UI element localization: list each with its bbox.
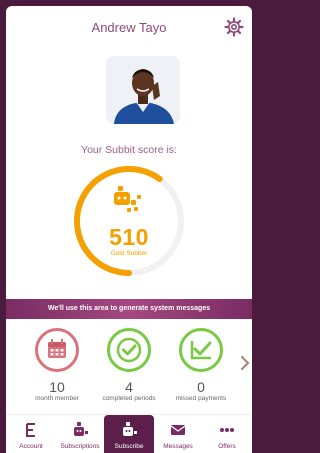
top-bar: Andrew Tayo <box>6 6 252 46</box>
tab-account-label: Account <box>19 443 43 450</box>
score-gauge <box>74 166 184 276</box>
bottom-tab-bar: Account Subscriptions Subscribe Messages… <box>6 414 252 453</box>
check-circle-icon <box>116 337 142 363</box>
tab-offers[interactable]: Offers <box>202 415 252 453</box>
page-title: Andrew Tayo <box>91 20 167 35</box>
tab-subscribe[interactable]: Subscribe <box>104 415 154 453</box>
calendar-icon <box>48 339 66 358</box>
check-trend-icon <box>190 340 212 360</box>
subscribe-icon <box>123 422 137 436</box>
stat-months-value: 10 <box>49 379 65 395</box>
tab-account[interactable]: Account <box>6 415 56 453</box>
stat-missed-caption: missed payments <box>175 395 227 402</box>
stat-months[interactable]: 10 month member <box>22 328 92 403</box>
profile-photo[interactable] <box>106 56 180 124</box>
stat-completed-caption: completed periods <box>102 395 156 402</box>
subscriptions-icon <box>74 422 88 436</box>
stat-months-caption: month member <box>35 395 79 402</box>
tab-subscribe-label: Subscribe <box>114 443 144 450</box>
tab-subscriptions[interactable]: Subscriptions <box>55 415 105 453</box>
tab-subscriptions-label: Subscriptions <box>60 443 100 450</box>
stats-row: 10 month member 4 completed periods 0 mi <box>6 328 252 413</box>
messages-icon <box>170 425 186 435</box>
tab-messages[interactable]: Messages <box>153 415 203 453</box>
gear-icon[interactable] <box>224 17 244 37</box>
tab-offers-label: Offers <box>218 443 236 450</box>
system-message-banner: We'll use this area to generate system m… <box>6 299 252 319</box>
subbit-logo-icon <box>114 186 141 212</box>
score-value: 510 <box>109 224 149 250</box>
account-icon <box>26 423 35 437</box>
stat-completed[interactable]: 4 completed periods <box>94 328 164 403</box>
stat-completed-value: 4 <box>125 379 133 395</box>
stat-missed[interactable]: 0 missed payments <box>166 328 236 403</box>
score-rank: Gold Subber <box>110 250 148 257</box>
tab-messages-label: Messages <box>163 443 193 450</box>
chevron-right-icon[interactable] <box>240 356 250 370</box>
more-dots-icon <box>220 428 234 432</box>
app-screen: Andrew Tayo Your Subbit score is: 510 Go… <box>6 6 252 453</box>
stat-missed-value: 0 <box>197 379 205 395</box>
score-label: Your Subbit score is: <box>81 144 177 156</box>
